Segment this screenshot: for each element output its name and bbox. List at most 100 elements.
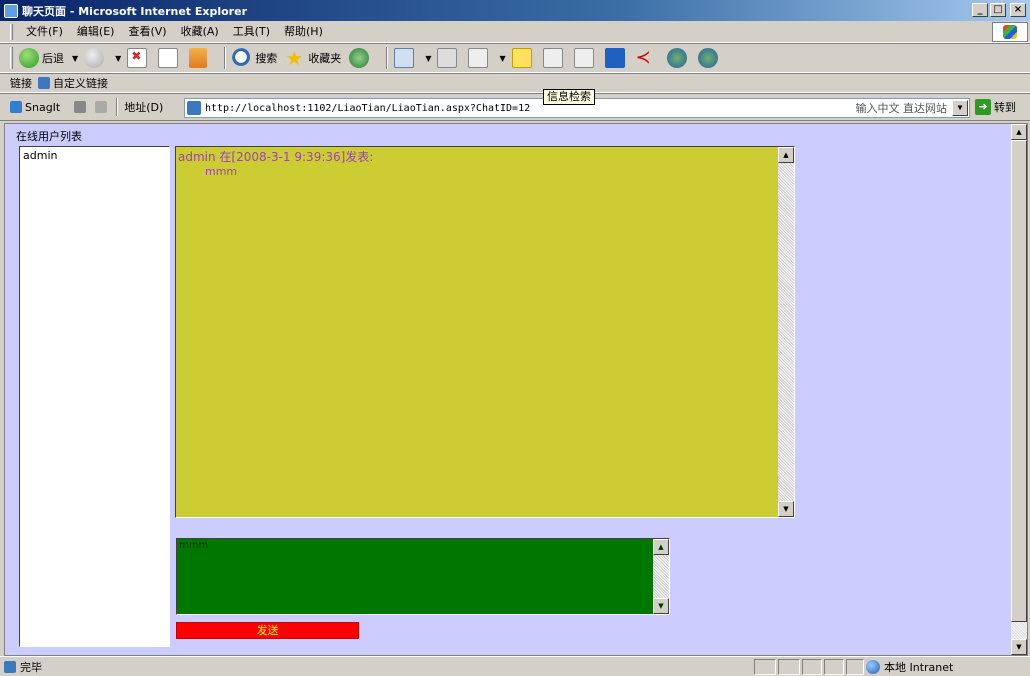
go-label: 转到 (994, 101, 1016, 114)
back-button[interactable]: 后退 (19, 48, 64, 68)
search-label: 搜索 (255, 52, 278, 65)
links-label[interactable]: 链接 (10, 75, 32, 91)
page-scrollbar[interactable]: ▲ ▼ (1011, 124, 1027, 655)
page-scroll-down-icon[interactable]: ▼ (1011, 639, 1027, 655)
capture-window-icon[interactable] (95, 101, 108, 113)
ie-app-icon (4, 3, 18, 18)
mail-dropdown-icon[interactable]: ▼ (425, 54, 431, 63)
search-button[interactable]: 搜索 (232, 48, 277, 68)
page-scroll-up-icon[interactable]: ▲ (1011, 124, 1027, 140)
blue-tool-button[interactable] (604, 48, 628, 68)
status-text: 完毕 (20, 660, 42, 674)
edit-dropdown-icon[interactable]: ▼ (499, 54, 505, 63)
back-label: 后退 (42, 52, 64, 65)
go-button[interactable]: ➜ 转到 (975, 99, 1016, 115)
links-bar: 链接 自定义链接 (0, 73, 1030, 93)
mail-button[interactable] (394, 48, 417, 68)
favorites-button[interactable]: ★ 收藏夹 (285, 48, 341, 68)
printer-icon (437, 48, 458, 68)
scroll-down-icon[interactable]: ▼ (778, 501, 794, 517)
scroll-up-icon[interactable]: ▲ (778, 147, 794, 163)
windows-logo (992, 22, 1028, 42)
menu-file[interactable]: 文件(F) (19, 22, 70, 42)
back-arrow-icon (19, 48, 39, 68)
window-controls: _ □ × (972, 3, 1026, 17)
note-icon (511, 48, 532, 68)
forward-button[interactable] (84, 48, 107, 68)
status-segment-4 (824, 659, 844, 675)
input-scroll-down-icon[interactable]: ▼ (653, 598, 669, 614)
media-icon (349, 48, 370, 68)
send-button[interactable]: 发送 (176, 622, 359, 639)
snagit-icon (10, 101, 22, 113)
toolbar-grip (10, 47, 13, 69)
home-icon (189, 48, 208, 68)
blue-app-icon (604, 48, 625, 68)
page-scroll-thumb[interactable] (1011, 140, 1027, 622)
research-icon (573, 48, 594, 68)
link-page-icon (38, 77, 50, 89)
menu-help[interactable]: 帮助(H) (277, 22, 330, 42)
red-tool-button[interactable]: ≺ (636, 48, 659, 68)
notes-button[interactable] (511, 48, 535, 68)
cursor-icon (542, 48, 563, 68)
edit-page-icon (468, 48, 489, 68)
go-arrow-icon: ➜ (975, 99, 991, 115)
status-segment-1 (754, 659, 776, 675)
input-scroll-up-icon[interactable]: ▲ (653, 539, 669, 555)
chat-log-scrollbar[interactable]: ▲ ▼ (778, 147, 794, 517)
zone-label: 本地 Intranet (884, 661, 954, 674)
close-button[interactable]: × (1010, 3, 1026, 17)
stop-button[interactable] (127, 48, 150, 68)
media-button[interactable] (349, 48, 372, 68)
snagit-button[interactable]: SnagIt (25, 101, 60, 114)
people-icon (666, 48, 687, 68)
research-tooltip: 信息检索 (543, 89, 595, 105)
menu-view[interactable]: 查看(V) (121, 22, 173, 42)
refresh-button[interactable] (158, 48, 181, 68)
contacts-button[interactable] (697, 48, 721, 68)
windows-flag-icon (1003, 25, 1017, 39)
minimize-button[interactable]: _ (972, 3, 988, 17)
page-content: 在线用户列表 admin admin 在[2008-3-1 9:39:36]发表… (4, 123, 1028, 656)
people-button[interactable] (666, 48, 690, 68)
menu-tools[interactable]: 工具(T) (226, 22, 277, 42)
messenger-button[interactable] (542, 48, 566, 68)
message-body: mmm (205, 165, 238, 178)
toolbar-separator (224, 47, 227, 69)
home-button[interactable] (189, 48, 210, 68)
addr-separator (116, 98, 119, 116)
page-icon (187, 101, 201, 115)
title-bar: 聊天页面 - Microsoft Internet Explorer _ □ × (0, 0, 1030, 21)
chat-log[interactable]: admin 在[2008-3-1 9:39:36]发表: mmm ▲ ▼ (175, 146, 795, 518)
user-item[interactable]: admin (23, 149, 166, 162)
online-users-title: 在线用户列表 (16, 130, 82, 143)
forward-dropdown-icon[interactable]: ▼ (115, 54, 121, 63)
custom-links-item[interactable]: 自定义链接 (53, 75, 108, 91)
message-input-scrollbar[interactable]: ▲ ▼ (653, 539, 669, 614)
status-segment-5 (846, 659, 864, 675)
message-input[interactable]: mmm ▲ ▼ (176, 538, 670, 615)
capture-icon[interactable] (74, 101, 87, 113)
menu-edit[interactable]: 编辑(E) (70, 22, 122, 42)
status-page-icon (4, 660, 16, 673)
status-segment-3 (802, 659, 822, 675)
print-button[interactable] (437, 48, 460, 68)
message-header: admin 在[2008-3-1 9:39:36]发表: (178, 150, 374, 164)
search-icon (232, 48, 253, 68)
online-user-list[interactable]: admin (19, 146, 170, 647)
maximize-button[interactable]: □ (990, 3, 1006, 17)
address-url: http://localhost:1102/LiaoTian/LiaoTian.… (205, 102, 531, 114)
menu-favorites[interactable]: 收藏(A) (174, 22, 226, 42)
status-bar: 完毕 本地 Intranet (0, 656, 1030, 676)
back-dropdown-icon[interactable]: ▼ (72, 54, 78, 63)
menu-grip (10, 23, 13, 40)
bird-icon: ≺ (635, 47, 651, 68)
edit-button[interactable] (468, 48, 491, 68)
window-title: 聊天页面 - Microsoft Internet Explorer (22, 4, 247, 18)
address-dropdown-icon[interactable]: ▼ (952, 100, 968, 116)
standard-toolbar: 后退 ▼ ▼ 搜索 ★ 收藏夹 ▼ ▼ ≺ (0, 43, 1030, 73)
research-button[interactable] (573, 48, 597, 68)
address-label: 地址(D) (124, 101, 164, 114)
refresh-icon (158, 48, 179, 68)
